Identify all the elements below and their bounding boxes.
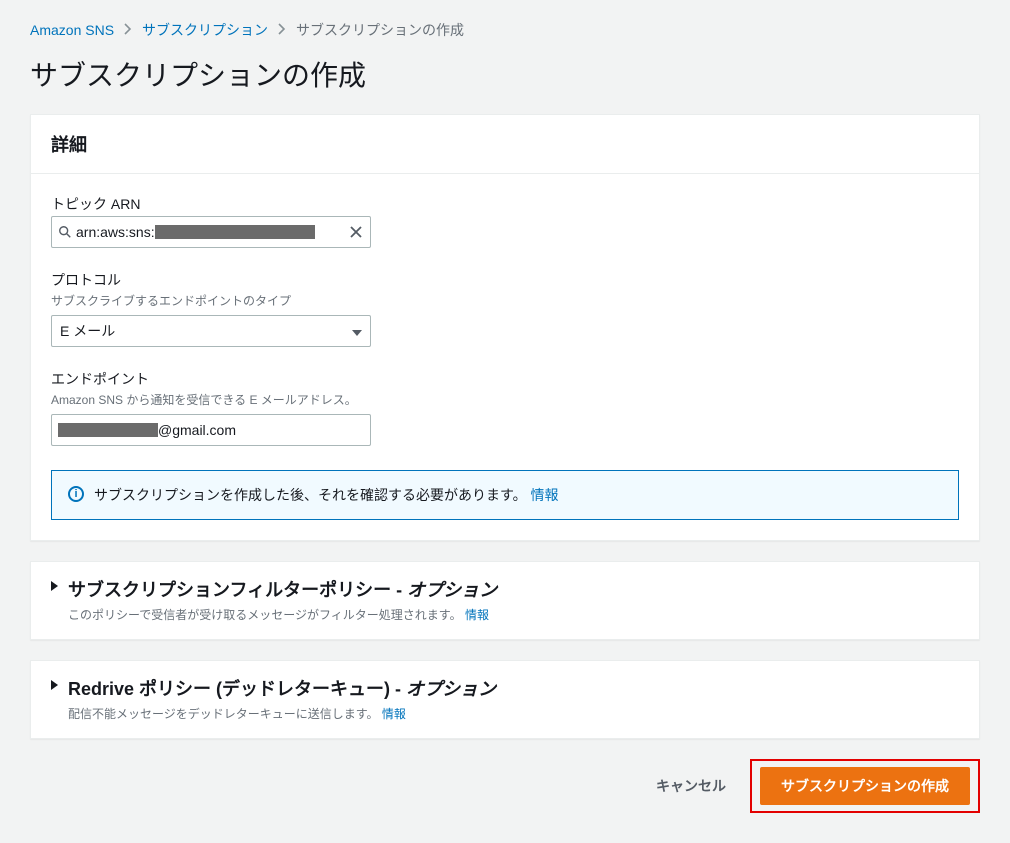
topic-arn-label: トピック ARN [51, 194, 959, 214]
redrive-policy-panel: Redrive ポリシー (デッドレターキュー) - オプション 配信不能メッセ… [30, 660, 980, 739]
redrive-policy-toggle[interactable]: Redrive ポリシー (デッドレターキュー) - オプション 配信不能メッセ… [31, 661, 979, 738]
endpoint-label: エンドポイント [51, 369, 959, 389]
redrive-policy-info-link[interactable]: 情報 [382, 707, 406, 721]
endpoint-desc: Amazon SNS から通知を受信できる E メールアドレス。 [51, 391, 959, 408]
field-endpoint: エンドポイント Amazon SNS から通知を受信できる E メールアドレス。… [51, 369, 959, 446]
cancel-button[interactable]: キャンセル [650, 768, 732, 804]
topic-arn-value: arn:aws:sns: [72, 224, 348, 240]
breadcrumb: Amazon SNS サブスクリプション サブスクリプションの作成 [30, 20, 980, 40]
protocol-value: E メール [60, 321, 115, 341]
filter-policy-title: サブスクリプションフィルターポリシー - オプション [68, 576, 497, 602]
info-icon: i [68, 486, 84, 502]
create-subscription-button[interactable]: サブスクリプションの作成 [760, 767, 970, 805]
filter-policy-desc: このポリシーで受信者が受け取るメッセージがフィルター処理されます。 情報 [68, 606, 497, 623]
endpoint-input-wrap[interactable]: @gmail.com [51, 414, 371, 446]
chevron-right-icon [124, 22, 132, 38]
filter-policy-info-link[interactable]: 情報 [465, 608, 489, 622]
filter-policy-toggle[interactable]: サブスクリプションフィルターポリシー - オプション このポリシーで受信者が受け… [31, 562, 979, 639]
submit-highlight: サブスクリプションの作成 [750, 759, 980, 813]
chevron-right-icon [278, 22, 286, 38]
caret-down-icon [352, 323, 362, 339]
field-protocol: プロトコル サブスクライブするエンドポイントのタイプ E メール [51, 270, 959, 347]
protocol-desc: サブスクライブするエンドポイントのタイプ [51, 292, 959, 309]
page-title: サブスクリプションの作成 [30, 54, 980, 94]
details-header: 詳細 [31, 115, 979, 174]
clear-icon[interactable] [348, 224, 364, 240]
redrive-policy-desc: 配信不能メッセージをデッドレターキューに送信します。 情報 [68, 705, 496, 722]
filter-policy-panel: サブスクリプションフィルターポリシー - オプション このポリシーで受信者が受け… [30, 561, 980, 640]
redrive-policy-title: Redrive ポリシー (デッドレターキュー) - オプション [68, 675, 496, 701]
breadcrumb-section[interactable]: サブスクリプション [142, 20, 268, 40]
details-panel: 詳細 トピック ARN arn:aws:sns: プロトコル サブスクライブする… [30, 114, 980, 541]
protocol-label: プロトコル [51, 270, 959, 290]
search-icon [58, 225, 72, 239]
caret-right-icon [51, 581, 58, 591]
breadcrumb-service[interactable]: Amazon SNS [30, 22, 114, 38]
breadcrumb-current: サブスクリプションの作成 [296, 20, 464, 40]
info-link[interactable]: 情報 [531, 487, 559, 503]
topic-arn-input-wrap[interactable]: arn:aws:sns: [51, 216, 371, 248]
info-text: サブスクリプションを作成した後、それを確認する必要があります。 情報 [94, 485, 559, 505]
caret-right-icon [51, 680, 58, 690]
form-actions: キャンセル サブスクリプションの作成 [30, 759, 980, 813]
info-notice: i サブスクリプションを作成した後、それを確認する必要があります。 情報 [51, 470, 959, 520]
endpoint-value: @gmail.com [58, 422, 364, 438]
field-topic-arn: トピック ARN arn:aws:sns: [51, 194, 959, 248]
protocol-select[interactable]: E メール [51, 315, 371, 347]
